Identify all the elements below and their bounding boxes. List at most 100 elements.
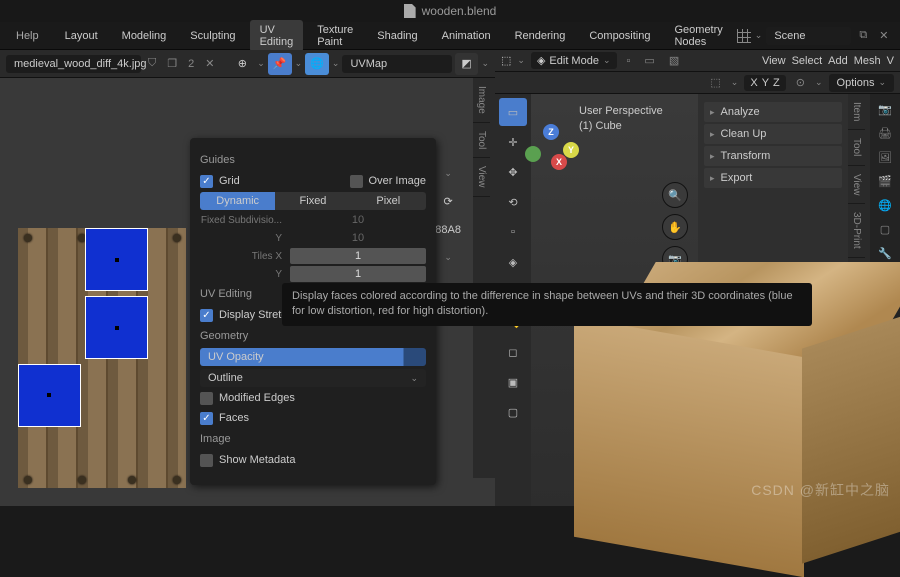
transform-tool[interactable]: ◈ <box>499 248 527 276</box>
filename: wooden.blend <box>422 4 497 18</box>
tab-geometry-nodes[interactable]: Geometry Nodes <box>664 20 732 52</box>
uv-editor: medieval_wood_diff_4k.jpg ⛉ ❐ 2 ✕ ⊕⌄ 📌⌄ … <box>0 50 495 506</box>
refresh-icon[interactable]: ⟳ <box>444 195 453 208</box>
inset-tool[interactable]: ▢ <box>499 398 527 426</box>
snap-toggle[interactable]: 📌 <box>268 53 292 75</box>
uv-face[interactable] <box>26 372 72 418</box>
uv-sync-toggle[interactable]: 🌐 <box>305 53 329 75</box>
copy-scene-icon[interactable]: ⧉ <box>855 26 871 45</box>
prop-output-icon[interactable]: 🖨 <box>874 122 896 144</box>
image-selector[interactable]: medieval_wood_diff_4k.jpg <box>6 55 141 73</box>
transform-orientation[interactable]: X Y Z <box>744 75 785 91</box>
tab-compositing[interactable]: Compositing <box>579 26 660 46</box>
pan-icon[interactable]: ✋ <box>662 214 688 240</box>
panel-export[interactable]: Export <box>704 168 842 188</box>
uvmap-selector[interactable]: UVMap <box>342 55 451 73</box>
tab-animation[interactable]: Animation <box>432 26 501 46</box>
panel-transform[interactable]: Transform <box>704 146 842 166</box>
options-dropdown[interactable]: Options ⌄ <box>829 74 894 92</box>
scene-icon <box>737 29 751 43</box>
code-label: 88A8 <box>435 224 461 236</box>
tab-texture-paint[interactable]: Texture Paint <box>307 20 363 52</box>
prop-render-icon[interactable]: 📷 <box>874 98 896 120</box>
unlink-icon[interactable]: ✕ <box>201 54 218 73</box>
select-tool[interactable]: ▭ <box>499 98 527 126</box>
faces-checkbox[interactable]: ✓ <box>200 412 213 425</box>
panel-cleanup[interactable]: Clean Up <box>704 124 842 144</box>
tab-modeling[interactable]: Modeling <box>112 26 177 46</box>
mode-selector[interactable]: ◈ Edit Mode ⌄ <box>531 52 617 69</box>
grid-checkbox[interactable]: ✓ <box>200 175 213 188</box>
expand-icon[interactable]: ⌄ <box>444 252 452 263</box>
menu-help[interactable]: Help <box>8 26 47 46</box>
geometry-heading: Geometry <box>200 330 426 342</box>
select-box-icon[interactable]: ⬚ <box>706 73 724 92</box>
perspective-label: User Perspective (1) Cube <box>579 104 663 135</box>
tab-sculpting[interactable]: Sculpting <box>180 26 245 46</box>
prop-object-icon[interactable]: ▢ <box>874 218 896 240</box>
tab-rendering[interactable]: Rendering <box>505 26 576 46</box>
uv-face[interactable] <box>85 228 148 291</box>
ntab-view[interactable]: View <box>848 166 865 205</box>
outline-select[interactable]: Outline⌄ <box>200 369 426 387</box>
add-cube-tool[interactable]: ◻ <box>499 338 527 366</box>
seg-dynamic[interactable]: Dynamic <box>200 192 275 210</box>
side-tab-view[interactable]: View <box>473 158 490 197</box>
panel-analyze[interactable]: Analyze <box>704 102 842 122</box>
prop-scene-icon[interactable]: 🎬 <box>874 170 896 192</box>
menu-vertex[interactable]: V <box>887 55 894 67</box>
uv-face[interactable] <box>85 296 148 359</box>
overlay-toggle[interactable]: ◩ <box>455 53 479 75</box>
scale-tool[interactable]: ▫ <box>499 218 527 246</box>
seg-pixel[interactable]: Pixel <box>351 192 426 210</box>
modified-edges-checkbox[interactable] <box>200 392 213 405</box>
menu-select[interactable]: Select <box>792 55 823 67</box>
ntab-tool[interactable]: Tool <box>848 130 865 165</box>
linked-icon[interactable]: ❐ <box>163 54 181 73</box>
3d-viewport-area: ⬚⌄ ◈ Edit Mode ⌄ ▫ ▭ ▧ View Select Add M… <box>495 50 900 506</box>
close-scene-icon[interactable]: ✕ <box>875 26 892 45</box>
tooltip: Display faces colored according to the d… <box>282 283 812 326</box>
grid-type-segment[interactable]: Dynamic Fixed Pixel <box>200 192 426 210</box>
seg-fixed[interactable]: Fixed <box>275 192 350 210</box>
scene-name-input[interactable]: Scene <box>766 27 851 45</box>
axis-gizmo[interactable]: Z Y X <box>523 124 578 179</box>
prop-view-icon[interactable]: 🖼 <box>874 146 896 168</box>
rotate-tool[interactable]: ⟲ <box>499 188 527 216</box>
over-image-checkbox[interactable] <box>350 175 363 188</box>
menu-view[interactable]: View <box>762 55 786 67</box>
display-stretch-checkbox[interactable]: ✓ <box>200 309 213 322</box>
prop-world-icon[interactable]: 🌐 <box>874 194 896 216</box>
pivot-dropdown[interactable]: ⊕ <box>230 53 254 75</box>
tiles-y-input[interactable]: 1 <box>290 266 426 282</box>
extrude-tool[interactable]: ▣ <box>499 368 527 396</box>
show-metadata-checkbox[interactable] <box>200 454 213 467</box>
uv-opacity-slider[interactable]: UV Opacity <box>200 348 426 366</box>
prop-modifier-icon[interactable]: 🔧 <box>874 242 896 264</box>
ntab-3dprint[interactable]: 3D-Print <box>848 204 865 258</box>
tab-layout[interactable]: Layout <box>55 26 108 46</box>
face-select-icon[interactable]: ▧ <box>665 51 683 70</box>
tiles-x-input[interactable]: 1 <box>290 248 426 264</box>
menu-mesh[interactable]: Mesh <box>854 55 881 67</box>
ntab-item[interactable]: Item <box>848 94 865 130</box>
num-icon: 2 <box>184 55 198 73</box>
document-icon <box>404 4 416 18</box>
viewport-header: ⬚⌄ ◈ Edit Mode ⌄ ▫ ▭ ▧ View Select Add M… <box>495 50 900 72</box>
vert-select-icon[interactable]: ▫ <box>623 52 635 70</box>
pivot-icon[interactable]: ⊙ <box>792 73 809 92</box>
menu-add[interactable]: Add <box>828 55 848 67</box>
tab-uv-editing[interactable]: UV Editing <box>250 20 304 52</box>
image-heading: Image <box>200 433 426 445</box>
scene-selector[interactable]: ⌄ Scene ⧉ ✕ <box>737 26 893 45</box>
editor-type-icon[interactable]: ⬚ <box>501 54 511 67</box>
fixed-sub-input: 10 <box>290 212 426 228</box>
tab-shading[interactable]: Shading <box>367 26 427 46</box>
expand-icon[interactable]: ⌄ <box>444 168 452 179</box>
zoom-icon[interactable]: 🔍 <box>662 182 688 208</box>
side-tab-tool[interactable]: Tool <box>473 123 490 158</box>
side-tab-image[interactable]: Image <box>473 78 490 123</box>
shield-icon[interactable]: ⛉ <box>144 54 160 73</box>
guides-heading: Guides <box>200 154 426 166</box>
edge-select-icon[interactable]: ▭ <box>640 51 658 70</box>
